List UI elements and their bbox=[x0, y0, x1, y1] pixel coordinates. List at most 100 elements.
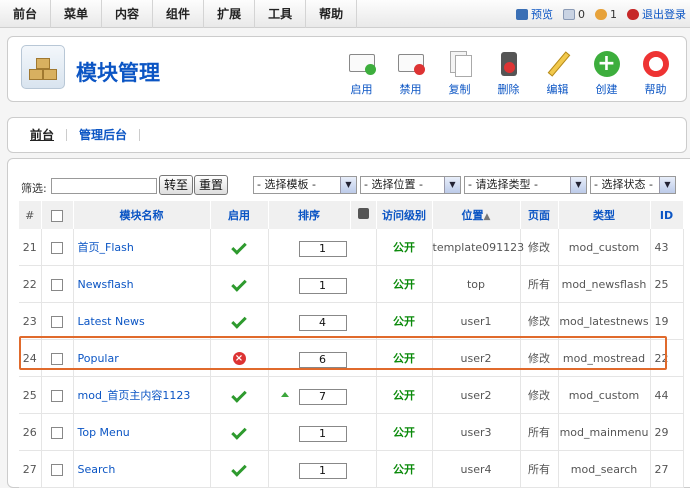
row-checkbox[interactable] bbox=[51, 278, 63, 291]
row-checkbox[interactable] bbox=[51, 463, 63, 476]
type-cell: mod_search bbox=[558, 450, 651, 488]
save-order-icon bbox=[357, 208, 369, 219]
row-number: 26 bbox=[19, 413, 42, 451]
filter-label: 筛选: bbox=[21, 182, 47, 195]
id-cell: 44 bbox=[650, 376, 684, 414]
enabled-toggle[interactable] bbox=[210, 376, 269, 414]
col-type[interactable]: 类型 bbox=[558, 201, 651, 229]
order-input[interactable]: 1 bbox=[298, 463, 347, 479]
chevron-down-icon: ▼ bbox=[340, 177, 356, 193]
order-input[interactable]: 1 bbox=[298, 278, 347, 294]
order-input[interactable]: 1 bbox=[298, 241, 347, 257]
enable-button[interactable]: 启用 bbox=[337, 45, 386, 97]
col-select-all bbox=[41, 201, 74, 229]
copy-button[interactable]: 复制 bbox=[435, 45, 484, 97]
position-select[interactable]: - 选择位置 - ▼ bbox=[360, 176, 461, 194]
module-name-link[interactable]: mod_首页主内容1123 bbox=[73, 376, 211, 414]
col-pages[interactable]: 页面 bbox=[520, 201, 559, 229]
template-select[interactable]: - 选择模板 - ▼ bbox=[253, 176, 357, 194]
id-cell: 19 bbox=[650, 302, 684, 340]
select-all-checkbox[interactable] bbox=[51, 209, 63, 222]
access-level-link[interactable]: 公开 bbox=[376, 229, 433, 266]
id-cell: 27 bbox=[650, 450, 684, 488]
filter-input[interactable] bbox=[51, 178, 157, 194]
row-checkbox[interactable] bbox=[51, 426, 63, 439]
order-input[interactable]: 7 bbox=[298, 389, 347, 405]
position-select-value: - 选择位置 - bbox=[364, 178, 423, 191]
delete-icon bbox=[494, 50, 524, 78]
edit-button[interactable]: 编辑 bbox=[533, 45, 582, 97]
id-cell: 43 bbox=[650, 229, 684, 266]
pages-cell: 修改 bbox=[520, 229, 559, 266]
access-level-link[interactable]: 公开 bbox=[376, 450, 433, 488]
col-access[interactable]: 访问级别 bbox=[376, 201, 433, 229]
new-button[interactable]: + 创建 bbox=[582, 45, 631, 97]
row-number: 24 bbox=[19, 339, 42, 377]
order-input[interactable]: 1 bbox=[298, 426, 347, 442]
enabled-toggle[interactable] bbox=[210, 229, 269, 266]
status-area: 预览 0 1 退出登录 bbox=[516, 0, 686, 28]
messages-icon bbox=[563, 8, 575, 20]
users-link[interactable]: 1 bbox=[595, 8, 617, 21]
module-name-link[interactable]: Latest News bbox=[73, 302, 211, 340]
enabled-toggle[interactable] bbox=[210, 413, 269, 451]
go-button[interactable]: 转至 bbox=[159, 175, 194, 195]
row-checkbox-cell bbox=[41, 339, 74, 377]
tab-administrator[interactable]: 管理后台 bbox=[67, 129, 141, 141]
row-checkbox[interactable] bbox=[51, 315, 63, 328]
messages-link[interactable]: 0 bbox=[563, 8, 585, 21]
type-select[interactable]: - 请选择类型 - ▼ bbox=[464, 176, 587, 194]
col-module-name[interactable]: 模块名称 bbox=[73, 201, 211, 229]
toolbar-panel: 模块管理 启用 禁用 复制 删除 编辑 + 创建 帮助 bbox=[7, 36, 687, 102]
help-button[interactable]: 帮助 bbox=[631, 45, 680, 97]
row-number: 23 bbox=[19, 302, 42, 340]
delete-button[interactable]: 删除 bbox=[484, 45, 533, 97]
menu-help[interactable]: 帮助 bbox=[306, 0, 358, 28]
module-name-link[interactable]: 首页_Flash bbox=[73, 229, 211, 266]
row-checkbox-cell bbox=[41, 450, 74, 488]
access-level-link[interactable]: 公开 bbox=[376, 339, 433, 377]
col-id[interactable]: ID bbox=[650, 201, 684, 229]
module-name-link[interactable]: Newsflash bbox=[73, 265, 211, 303]
menu-components[interactable]: 组件 bbox=[153, 0, 205, 28]
users-icon bbox=[595, 8, 607, 20]
enabled-toggle[interactable] bbox=[210, 450, 269, 488]
module-name-link[interactable]: Search bbox=[73, 450, 211, 488]
preview-link[interactable]: 预览 bbox=[516, 6, 553, 22]
col-enabled[interactable]: 启用 bbox=[210, 201, 269, 229]
menu-content[interactable]: 内容 bbox=[102, 0, 154, 28]
module-name-link[interactable]: Popular bbox=[73, 339, 211, 377]
tab-site[interactable]: 前台 bbox=[28, 129, 68, 141]
menu-extensions[interactable]: 扩展 bbox=[204, 0, 256, 28]
row-checkbox[interactable] bbox=[51, 389, 63, 402]
enabled-toggle[interactable] bbox=[210, 265, 269, 303]
reset-button[interactable]: 重置 bbox=[194, 175, 229, 195]
col-position[interactable]: 位置▲ bbox=[432, 201, 521, 229]
logout-link[interactable]: 退出登录 bbox=[627, 6, 686, 22]
menu-site[interactable]: 前台 bbox=[0, 0, 52, 28]
menu-tools[interactable]: 工具 bbox=[255, 0, 307, 28]
order-cell: 1 bbox=[268, 413, 377, 451]
col-order[interactable]: 排序 bbox=[268, 201, 351, 229]
move-up-icon[interactable] bbox=[280, 392, 289, 397]
type-select-value: - 请选择类型 - bbox=[468, 178, 538, 191]
access-level-link[interactable]: 公开 bbox=[376, 413, 433, 451]
logout-icon bbox=[627, 8, 639, 20]
row-checkbox[interactable] bbox=[51, 241, 63, 254]
enabled-check-icon bbox=[231, 238, 247, 255]
access-level-link[interactable]: 公开 bbox=[376, 302, 433, 340]
disable-button[interactable]: 禁用 bbox=[386, 45, 435, 97]
access-level-link[interactable]: 公开 bbox=[376, 265, 433, 303]
col-save-order[interactable] bbox=[350, 201, 377, 229]
row-checkbox[interactable] bbox=[51, 352, 63, 365]
menu-menus[interactable]: 菜单 bbox=[51, 0, 103, 28]
copy-label: 复制 bbox=[448, 83, 471, 96]
order-input[interactable]: 4 bbox=[298, 315, 347, 331]
enabled-toggle[interactable]: × bbox=[210, 339, 269, 377]
access-level-link[interactable]: 公开 bbox=[376, 376, 433, 414]
position-cell: user2 bbox=[432, 339, 521, 377]
order-input[interactable]: 6 bbox=[298, 352, 347, 368]
state-select[interactable]: - 选择状态 - ▼ bbox=[590, 176, 676, 194]
enabled-toggle[interactable] bbox=[210, 302, 269, 340]
module-name-link[interactable]: Top Menu bbox=[73, 413, 211, 451]
